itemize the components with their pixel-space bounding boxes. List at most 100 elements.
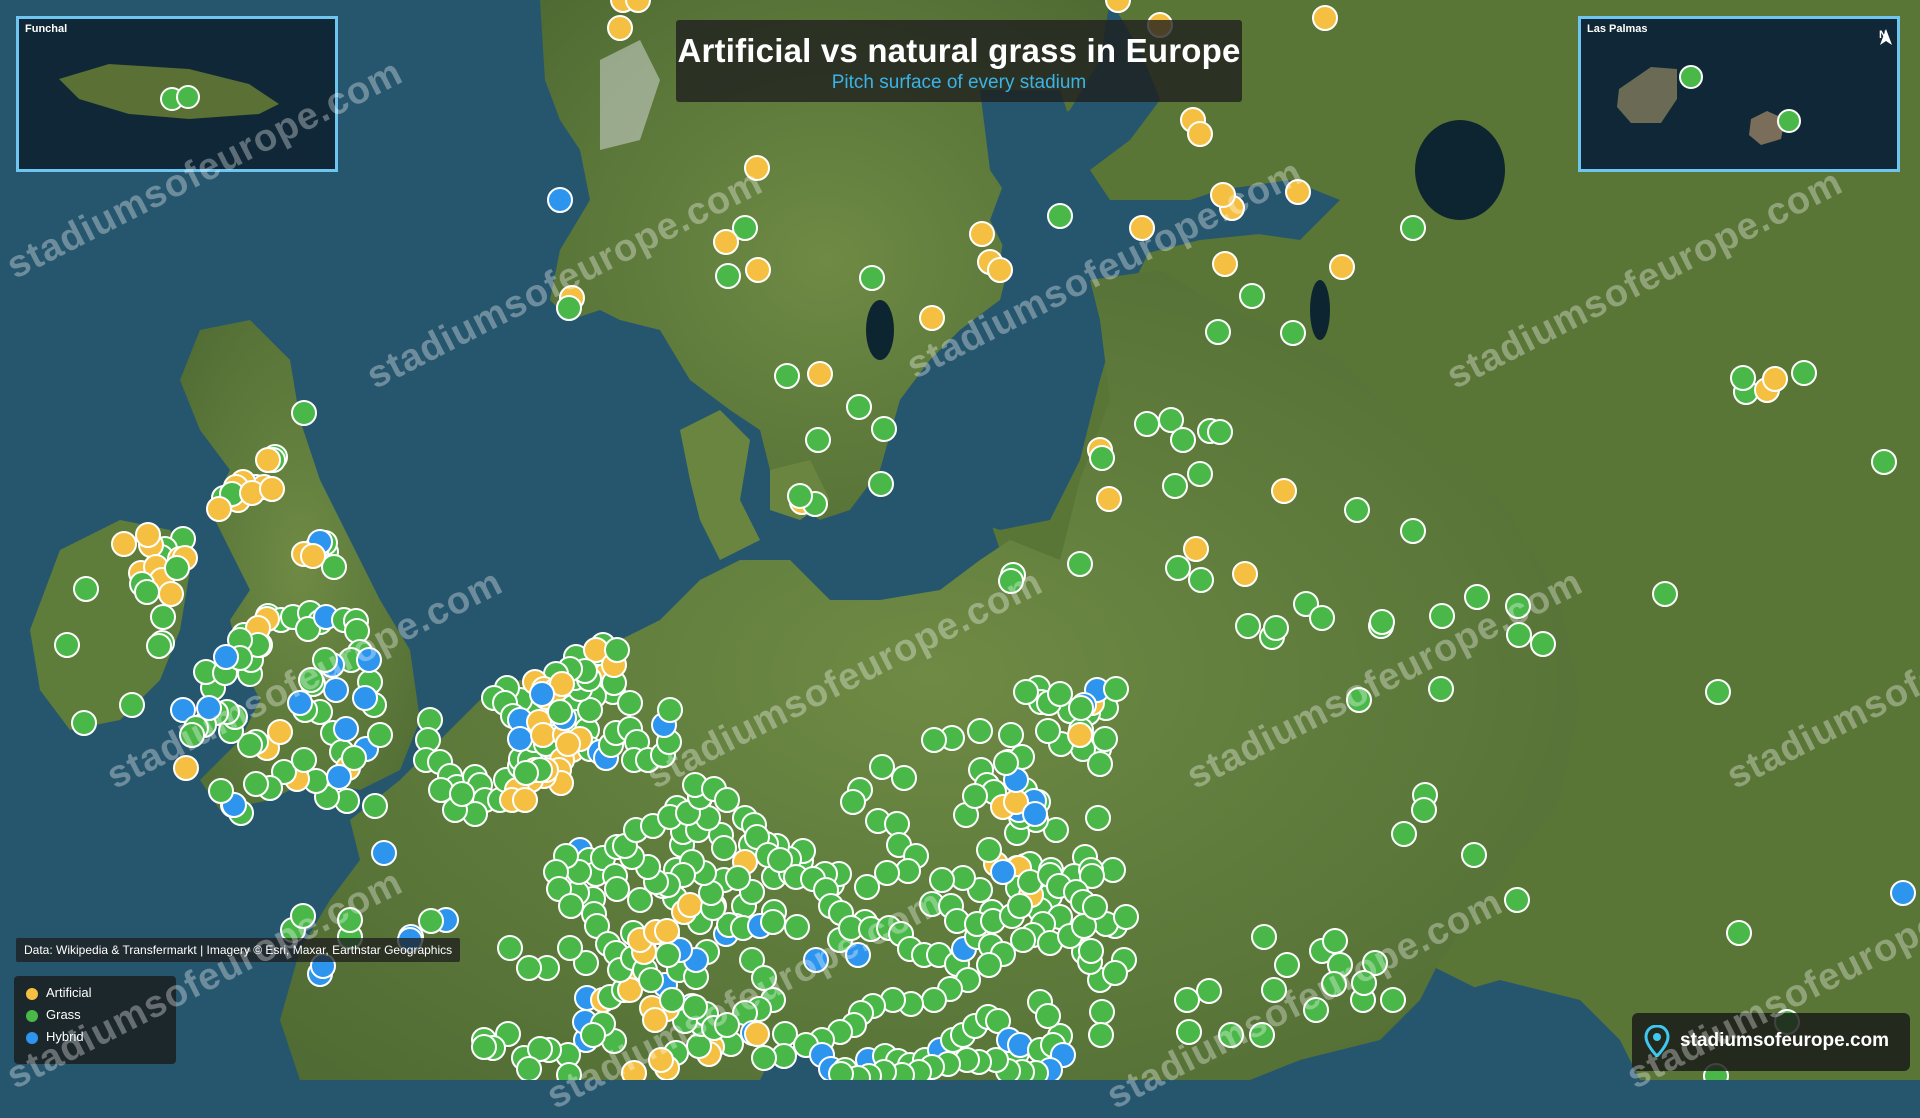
stadium-marker-hybrid[interactable] bbox=[356, 647, 382, 673]
stadium-marker-grass[interactable] bbox=[1249, 1022, 1275, 1048]
stadium-marker-grass[interactable] bbox=[1791, 360, 1817, 386]
stadium-marker-hybrid[interactable] bbox=[333, 716, 359, 742]
stadium-marker-grass[interactable] bbox=[71, 710, 97, 736]
stadium-marker-artificial[interactable] bbox=[135, 522, 161, 548]
stadium-marker-grass[interactable] bbox=[998, 568, 1024, 594]
stadium-marker-grass[interactable] bbox=[1088, 1022, 1114, 1048]
stadium-marker-grass[interactable] bbox=[1411, 797, 1437, 823]
stadium-marker-grass[interactable] bbox=[312, 647, 338, 673]
stadium-marker-grass[interactable] bbox=[1428, 676, 1454, 702]
stadium-marker-grass[interactable] bbox=[854, 874, 880, 900]
stadium-marker-artificial[interactable] bbox=[807, 361, 833, 387]
stadium-marker-artificial[interactable] bbox=[111, 531, 137, 557]
stadium-marker-hybrid[interactable] bbox=[547, 187, 573, 213]
stadium-marker-hybrid[interactable] bbox=[323, 677, 349, 703]
stadium-marker-grass[interactable] bbox=[367, 722, 393, 748]
stadium-marker-grass[interactable] bbox=[725, 865, 751, 891]
stadium-marker-grass[interactable] bbox=[993, 750, 1019, 776]
stadium-marker-grass[interactable] bbox=[868, 471, 894, 497]
stadium-marker-grass[interactable] bbox=[428, 777, 454, 803]
stadium-marker-grass[interactable] bbox=[449, 781, 475, 807]
stadium-marker-grass[interactable] bbox=[751, 965, 777, 991]
stadium-marker[interactable] bbox=[1679, 65, 1703, 89]
stadium-marker-artificial[interactable] bbox=[1183, 536, 1209, 562]
stadium-marker-grass[interactable] bbox=[1263, 615, 1289, 641]
stadium-marker-grass[interactable] bbox=[1187, 461, 1213, 487]
stadium-marker-grass[interactable] bbox=[840, 789, 866, 815]
stadium-marker-artificial[interactable] bbox=[969, 221, 995, 247]
stadium-marker-hybrid[interactable] bbox=[213, 644, 239, 670]
stadium-marker-grass[interactable] bbox=[1464, 584, 1490, 610]
stadium-marker-artificial[interactable] bbox=[267, 719, 293, 745]
stadium-marker-grass[interactable] bbox=[73, 576, 99, 602]
stadium-marker-grass[interactable] bbox=[119, 692, 145, 718]
stadium-marker-grass[interactable] bbox=[557, 935, 583, 961]
stadium-marker-artificial[interactable] bbox=[1187, 121, 1213, 147]
stadium-marker-grass[interactable] bbox=[604, 876, 630, 902]
stadium-marker-grass[interactable] bbox=[1205, 319, 1231, 345]
stadium-marker-artificial[interactable] bbox=[987, 257, 1013, 283]
stadium-marker-grass[interactable] bbox=[337, 907, 363, 933]
stadium-marker-grass[interactable] bbox=[1346, 687, 1372, 713]
stadium-marker-grass[interactable] bbox=[1174, 987, 1200, 1013]
stadium-marker-artificial[interactable] bbox=[530, 722, 556, 748]
stadium-marker-grass[interactable] bbox=[1089, 445, 1115, 471]
stadium-marker-artificial[interactable] bbox=[1096, 486, 1122, 512]
stadium-marker-artificial[interactable] bbox=[607, 15, 633, 41]
stadium-marker-grass[interactable] bbox=[774, 363, 800, 389]
stadium-marker-grass[interactable] bbox=[1280, 320, 1306, 346]
stadium-marker-grass[interactable] bbox=[1369, 609, 1395, 635]
stadium-marker-grass[interactable] bbox=[1010, 927, 1036, 953]
stadium-marker-artificial[interactable] bbox=[206, 496, 232, 522]
stadium-marker-grass[interactable] bbox=[659, 987, 685, 1013]
stadium-marker-artificial[interactable] bbox=[744, 155, 770, 181]
stadium-marker-grass[interactable] bbox=[891, 765, 917, 791]
stadium-marker[interactable] bbox=[176, 85, 200, 109]
stadium-marker-grass[interactable] bbox=[556, 1062, 582, 1080]
stadium-marker-artificial[interactable] bbox=[512, 787, 538, 813]
stadium-marker-grass[interactable] bbox=[1705, 679, 1731, 705]
stadium-marker-grass[interactable] bbox=[655, 942, 681, 968]
stadium-marker-grass[interactable] bbox=[179, 722, 205, 748]
stadium-marker-grass[interactable] bbox=[1274, 952, 1300, 978]
stadium-marker-grass[interactable] bbox=[1196, 978, 1222, 1004]
stadium-marker-grass[interactable] bbox=[1013, 679, 1039, 705]
stadium-marker-grass[interactable] bbox=[921, 727, 947, 753]
stadium-marker-grass[interactable] bbox=[1351, 970, 1377, 996]
stadium-marker-grass[interactable] bbox=[1067, 551, 1093, 577]
stadium-marker-grass[interactable] bbox=[967, 718, 993, 744]
stadium-marker-grass[interactable] bbox=[1400, 518, 1426, 544]
stadium-marker-grass[interactable] bbox=[998, 722, 1024, 748]
stadium-marker-grass[interactable] bbox=[715, 263, 741, 289]
stadium-marker-artificial[interactable] bbox=[919, 305, 945, 331]
stadium-marker-grass[interactable] bbox=[1176, 1019, 1202, 1045]
stadium-marker-grass[interactable] bbox=[1309, 605, 1335, 631]
inset-funchal[interactable]: Funchal bbox=[16, 16, 338, 172]
stadium-marker-grass[interactable] bbox=[290, 903, 316, 929]
stadium-marker-artificial[interactable] bbox=[621, 1060, 647, 1080]
stadium-marker-grass[interactable] bbox=[859, 265, 885, 291]
stadium-marker-artificial[interactable] bbox=[1232, 561, 1258, 587]
stadium-marker-grass[interactable] bbox=[1165, 555, 1191, 581]
stadium-marker-hybrid[interactable] bbox=[1890, 880, 1916, 906]
stadium-marker-hybrid[interactable] bbox=[371, 840, 397, 866]
stadium-marker-grass[interactable] bbox=[1035, 1003, 1061, 1029]
stadium-marker-grass[interactable] bbox=[150, 604, 176, 630]
stadium-marker-grass[interactable] bbox=[846, 394, 872, 420]
stadium-marker-grass[interactable] bbox=[1429, 603, 1455, 629]
stadium-marker-grass[interactable] bbox=[1321, 971, 1347, 997]
brand-badge[interactable]: stadiumsofeurope.com bbox=[1632, 1013, 1910, 1071]
stadium-marker-grass[interactable] bbox=[1085, 805, 1111, 831]
stadium-marker-grass[interactable] bbox=[638, 967, 664, 993]
stadium-marker-artificial[interactable] bbox=[1762, 366, 1788, 392]
stadium-marker-grass[interactable] bbox=[1652, 581, 1678, 607]
stadium-marker-artificial[interactable] bbox=[1129, 215, 1155, 241]
stadium-marker-grass[interactable] bbox=[558, 893, 584, 919]
stadium-marker-hybrid[interactable] bbox=[990, 859, 1016, 885]
stadium-marker-grass[interactable] bbox=[604, 637, 630, 663]
stadium-marker-grass[interactable] bbox=[516, 955, 542, 981]
stadium-marker-grass[interactable] bbox=[1068, 695, 1094, 721]
stadium-marker-grass[interactable] bbox=[714, 787, 740, 813]
stadium-marker-grass[interactable] bbox=[1089, 999, 1115, 1025]
stadium-marker-grass[interactable] bbox=[1251, 924, 1277, 950]
